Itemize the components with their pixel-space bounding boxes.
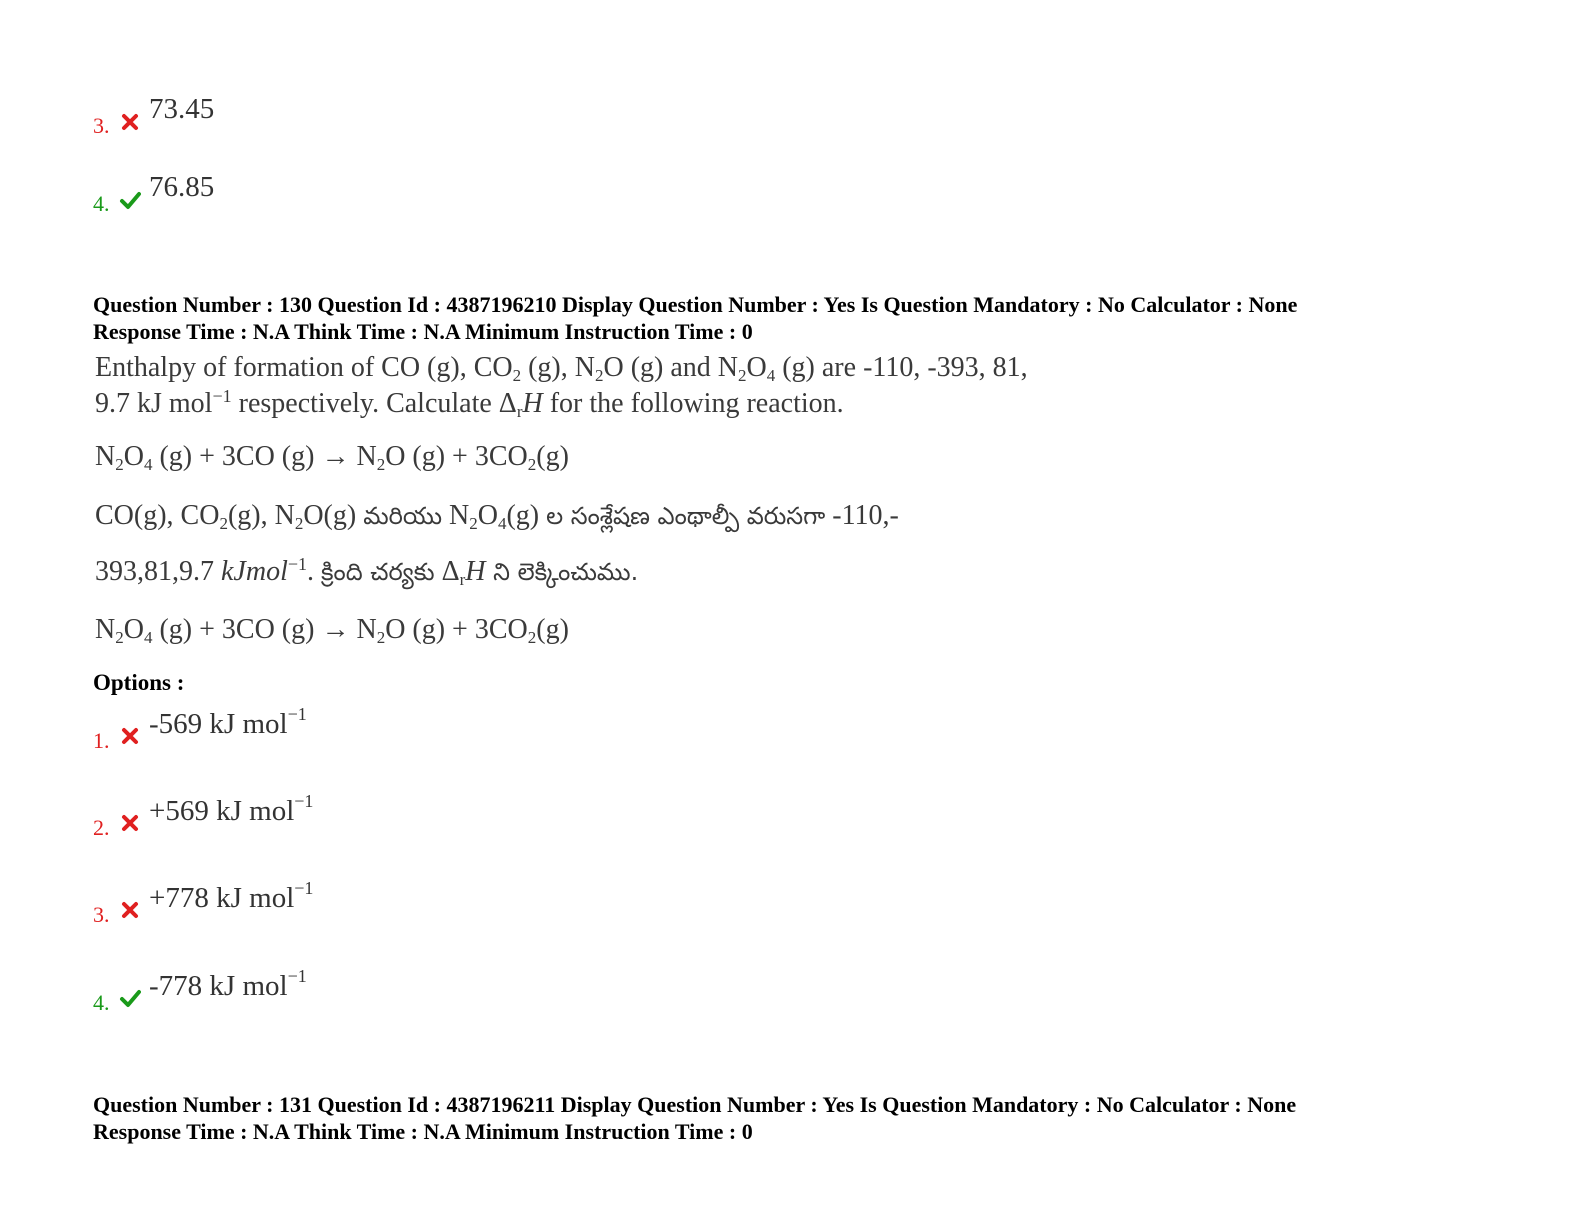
- question-meta-line: Response Time : N.A Think Time : N.A Min…: [93, 1119, 753, 1144]
- question-meta-line: Response Time : N.A Think Time : N.A Min…: [93, 319, 753, 344]
- cross-icon: [122, 114, 138, 130]
- option-value: -569 kJ mol−1: [149, 704, 307, 740]
- cross-icon: [122, 902, 138, 918]
- option-number: 2.: [93, 815, 110, 840]
- question-meta-line: Question Number : 130 Question Id : 4387…: [93, 292, 1298, 317]
- reaction-equation-te: N2O4 (g) + 3CO (g) → N2O (g) + 3CO2(g): [95, 614, 569, 647]
- options-label: Options :: [93, 670, 185, 695]
- question-text-te-line1: CO(g), CO2(g), N2O(g) మరియు N2O4(g) ల సం…: [95, 500, 899, 533]
- check-icon: [120, 990, 141, 1007]
- check-icon: [120, 192, 141, 209]
- option-value: -778 kJ mol−1: [149, 966, 307, 1002]
- cross-icon: [122, 728, 138, 744]
- option-number: 1.: [93, 728, 110, 753]
- question-130-meta: Question Number : 130 Question Id : 4387…: [93, 291, 1297, 345]
- question-text-en-line2: 9.7 kJ mol−1 respectively. Calculate ΔrH…: [95, 386, 844, 421]
- option-value: 76.85: [149, 171, 215, 203]
- option-value: +778 kJ mol−1: [149, 878, 314, 914]
- question-meta-line: Question Number : 131 Question Id : 4387…: [93, 1092, 1297, 1117]
- reaction-equation-en: N2O4 (g) + 3CO (g) → N2O (g) + 3CO2(g): [95, 441, 569, 474]
- question-text-en-line1: Enthalpy of formation of CO (g), CO2 (g)…: [95, 352, 1028, 385]
- option-value: 73.45: [149, 93, 215, 125]
- option-value: +569 kJ mol−1: [149, 791, 314, 827]
- cross-icon: [122, 815, 138, 831]
- option-number: 4.: [93, 191, 110, 216]
- question-text-te-line2: 393,81,9.7 kJmol−1. క్రింది చర్యకు ΔrH న…: [95, 554, 639, 589]
- option-number: 3.: [93, 902, 110, 927]
- question-131-meta: Question Number : 131 Question Id : 4387…: [93, 1091, 1296, 1145]
- option-number: 3.: [93, 113, 110, 138]
- option-number: 4.: [93, 990, 110, 1015]
